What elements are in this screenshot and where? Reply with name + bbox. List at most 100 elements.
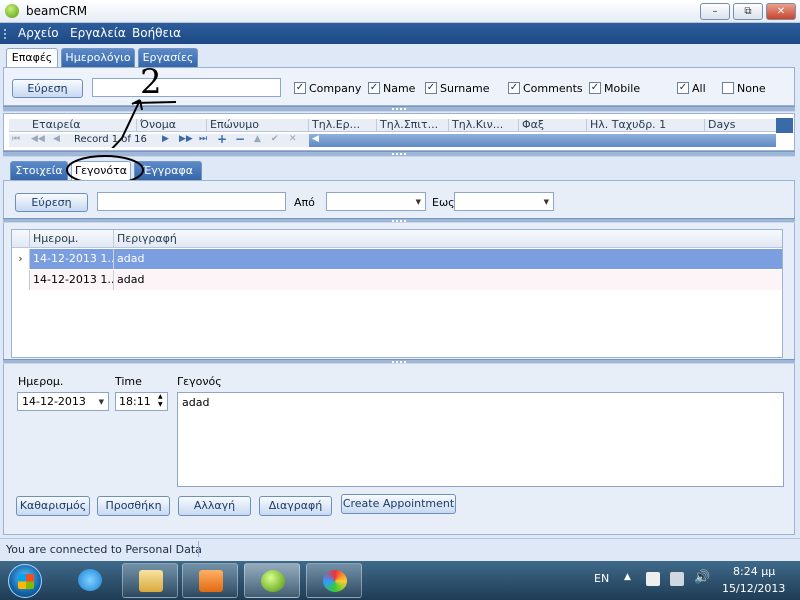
tab-details[interactable]: Στοιχεία [10, 161, 68, 180]
tray-date[interactable]: 15/12/2013 [722, 582, 785, 595]
start-button[interactable] [8, 564, 42, 598]
spinner-arrows-icon[interactable]: ▲ ▼ [158, 393, 163, 409]
contacts-column-header[interactable]: Φαξ [519, 119, 587, 131]
chevron-down-icon: ▼ [415, 198, 421, 206]
events-search-input[interactable] [97, 192, 286, 211]
from-label: Από [294, 196, 315, 209]
grid-scroll-button[interactable] [776, 118, 793, 133]
tab-calendar[interactable]: Ημερολόγιο [61, 48, 135, 67]
scroll-left-icon[interactable]: ◀ [312, 134, 319, 144]
cell-date: 14-12-2013 1... [30, 270, 114, 290]
nav-up-icon[interactable]: ▲ [254, 134, 261, 144]
menu-help[interactable]: Βοήθεια [132, 26, 181, 40]
chevron-down-icon: ▼ [543, 198, 549, 206]
filter-all-checkbox[interactable]: ✓ [677, 82, 689, 94]
nav-cancel-icon[interactable]: ✕ [289, 134, 297, 144]
filter-none-checkbox[interactable] [722, 82, 734, 94]
contacts-column-header[interactable]: Τηλ.Ερ... [309, 119, 377, 131]
filter-mobile-label: Mobile [604, 82, 641, 95]
add-button[interactable]: Προσθήκη [97, 496, 170, 516]
create-appointment-button[interactable]: Create Appointment [341, 494, 456, 514]
nav-last-icon[interactable]: ⏭ [199, 134, 207, 144]
menu-grip [4, 29, 7, 39]
from-date-dropdown[interactable]: ▼ [326, 192, 426, 211]
language-indicator[interactable]: EN [594, 572, 609, 585]
contacts-column-header[interactable]: Επώνυμο [207, 119, 309, 131]
cell-description: adad [117, 252, 145, 265]
time-spinner[interactable]: 18:11 ▲ ▼ [115, 392, 168, 411]
filter-comments-checkbox[interactable]: ✓ [508, 82, 520, 94]
filter-comments-label: Comments [523, 82, 583, 95]
app-logo-icon [5, 4, 19, 18]
filter-all-label: All [692, 82, 706, 95]
nav-add-icon[interactable]: + [217, 132, 227, 146]
minimize-button[interactable]: – [700, 3, 730, 20]
clear-button[interactable]: Καθαρισμός [16, 496, 90, 516]
column-header-date[interactable]: Ημερομ. [30, 230, 114, 248]
taskbar-ie[interactable] [62, 563, 118, 598]
filter-name-checkbox[interactable]: ✓ [368, 82, 380, 94]
taskbar-explorer[interactable] [122, 563, 178, 598]
date-value: 14-12-2013 [22, 395, 86, 408]
nav-next-page-icon[interactable]: ▶▶ [179, 134, 193, 144]
events-search-button[interactable]: Εύρεση [15, 193, 88, 212]
contacts-column-header[interactable]: Τηλ.Κιν... [449, 119, 519, 131]
menu-file[interactable]: Αρχείο [18, 26, 59, 40]
filter-mobile-checkbox[interactable]: ✓ [589, 82, 601, 94]
to-date-dropdown[interactable]: ▼ [454, 192, 554, 211]
volume-icon[interactable]: 🔊 [694, 570, 710, 585]
windows-logo-icon [18, 574, 34, 589]
filter-none-label: None [737, 82, 766, 95]
taskbar-beamcrm[interactable] [244, 563, 300, 598]
tray-time[interactable]: 8:24 μμ [733, 565, 775, 578]
filter-company-label: Company [309, 82, 362, 95]
nav-first-icon[interactable]: ⏮ [12, 134, 20, 144]
nav-prev-page-icon[interactable]: ◀◀ [31, 134, 45, 144]
update-button[interactable]: Αλλαγή [178, 496, 251, 516]
paint-icon [323, 570, 347, 592]
action-center-icon[interactable] [646, 572, 660, 586]
table-row[interactable]: 14-12-2013 1... adad [12, 270, 782, 290]
menu-tools[interactable]: Εργαλεία [70, 26, 126, 40]
annotation-underline [133, 101, 177, 104]
contacts-column-header[interactable]: Days [705, 119, 777, 131]
cell-description: adad [117, 273, 145, 286]
event-label: Γεγονός [177, 375, 222, 388]
date-picker[interactable]: 14-12-2013 ▼ [17, 392, 109, 411]
column-header-description[interactable]: Περιγραφή [114, 230, 314, 248]
maximize-button[interactable]: ⧉ [733, 3, 763, 20]
tab-contacts[interactable]: Επαφές [6, 48, 58, 67]
delete-button[interactable]: Διαγραφή [259, 496, 332, 516]
nav-remove-icon[interactable]: − [235, 132, 245, 146]
row-indicator-icon: › [12, 249, 30, 269]
contacts-column-header[interactable]: Τηλ.Σπιτ... [377, 119, 449, 131]
taskbar-paint[interactable] [306, 563, 362, 598]
taskbar-media-player[interactable] [182, 563, 238, 598]
status-bar: You are connected to Personal Data [0, 538, 800, 559]
filter-surname-checkbox[interactable]: ✓ [425, 82, 437, 94]
contacts-column-header[interactable]: Ηλ. Ταχυδρ. 1 [587, 119, 705, 131]
time-value: 18:11 [119, 395, 151, 408]
time-label: Time [115, 375, 142, 388]
network-icon[interactable] [670, 572, 684, 586]
search-button[interactable]: Εύρεση [12, 79, 83, 98]
splitter-events[interactable] [3, 218, 795, 223]
beamcrm-icon [261, 570, 285, 592]
date-label: Ημερομ. [18, 375, 64, 388]
folder-icon [139, 570, 163, 592]
nav-prev-icon[interactable]: ◀ [53, 134, 60, 144]
horizontal-scrollbar[interactable]: ◀ [309, 134, 776, 147]
filter-surname-label: Surname [440, 82, 490, 95]
window-title: beamCRM [26, 4, 88, 18]
to-label: Εως [432, 196, 455, 209]
close-button[interactable]: ✕ [766, 3, 796, 20]
events-grid-header: Ημερομ. Περιγραφή [12, 230, 782, 248]
taskbar: EN ▲ 🔊 8:24 μμ 15/12/2013 [0, 561, 800, 600]
table-row[interactable]: › 14-12-2013 1... adad [12, 249, 782, 269]
nav-confirm-icon[interactable]: ✔ [271, 134, 279, 144]
splitter-detail[interactable] [3, 359, 795, 364]
filter-company-checkbox[interactable]: ✓ [294, 82, 306, 94]
internet-explorer-icon [78, 569, 102, 591]
tray-chevron-up-icon[interactable]: ▲ [624, 572, 631, 582]
event-textarea[interactable]: adad [177, 392, 784, 487]
